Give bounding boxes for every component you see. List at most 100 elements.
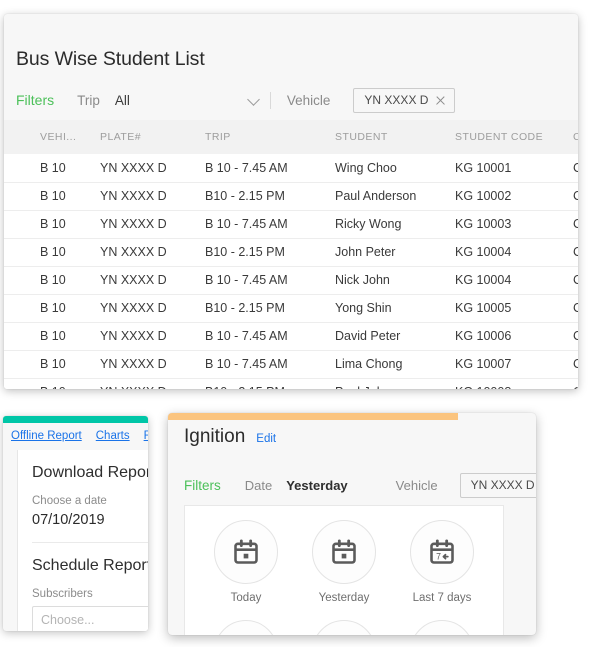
- close-icon[interactable]: [435, 95, 446, 106]
- table-row[interactable]: B 10 YN XXXX D B10 - 2.15 PM Paul Anders…: [4, 182, 578, 211]
- cell-student: Yong Shin: [335, 294, 455, 323]
- date-preset-panel: Today Yesterday 7 Last 7 days: [184, 505, 504, 635]
- table-row[interactable]: B 10 YN XXXX D B10 - 2.15 PM John Peter …: [4, 238, 578, 267]
- calendar-icon: [234, 539, 258, 564]
- card-accent-bar: [168, 413, 458, 420]
- preset-last-7-days[interactable]: 7 Last 7 days: [395, 520, 489, 604]
- table-header-cell[interactable]: PLATE#: [100, 120, 205, 154]
- filter-divider: [269, 91, 271, 109]
- date-filter-value[interactable]: Yesterday: [286, 478, 347, 493]
- cell-student-code: KG 10004: [455, 266, 573, 295]
- cell-plate: YN XXXX D: [100, 238, 205, 267]
- student-table-scroll[interactable]: VEHI... PLATE# TRIP STUDENT STUDENT CODE…: [4, 120, 578, 389]
- cell-trip: B 10 - 7.45 AM: [205, 350, 335, 379]
- table-row[interactable]: B 10 YN XXXX D B10 - 2.15 PM Yong Shin K…: [4, 294, 578, 323]
- cell-spacer: [4, 154, 40, 183]
- cell-student-code: KG 10004: [455, 238, 573, 267]
- cell-student-code: KG 10006: [455, 322, 573, 351]
- preset-extra-circle[interactable]: [410, 620, 474, 635]
- link-reports[interactable]: R: [144, 430, 148, 442]
- table-row[interactable]: B 10 YN XXXX D B 10 - 7.45 AM Lima Chong…: [4, 350, 578, 379]
- table-row[interactable]: B 10 YN XXXX D B10 - 2.15 PM Paul Johnso…: [4, 378, 578, 389]
- preset-yesterday[interactable]: Yesterday: [297, 520, 391, 604]
- preset-extra[interactable]: [395, 620, 489, 635]
- table-row[interactable]: B 10 YN XXXX D B 10 - 7.45 AM David Pete…: [4, 322, 578, 351]
- cell-student-code: KG 10005: [455, 294, 573, 323]
- chevron-down-icon: [247, 93, 260, 106]
- vehicle-filter-chip[interactable]: YN XXXX D: [353, 87, 456, 113]
- download-report-heading: Download Report: [32, 464, 148, 481]
- preset-today[interactable]: Today: [199, 520, 293, 604]
- preset-extra[interactable]: [297, 620, 391, 635]
- date-filter-label: Date: [244, 477, 273, 493]
- link-offline-report[interactable]: Offline Report: [11, 430, 82, 442]
- cell-plate: YN XXXX D: [100, 322, 205, 351]
- preset-last-7-days-label: Last 7 days: [412, 592, 472, 604]
- vehicle-filter-chip[interactable]: YN XXXX D: [459, 472, 536, 498]
- cell-vehicle: B 10: [40, 294, 100, 323]
- trip-filter-value: All: [114, 92, 130, 108]
- table-header-cell[interactable]: TRIP: [205, 120, 335, 154]
- reports-body: Download Report Choose a date 07/10/2019…: [17, 450, 148, 631]
- table-header-cell[interactable]: [4, 120, 40, 154]
- cell-vehicle: B 10: [40, 182, 100, 211]
- ignition-title: Ignition: [184, 426, 246, 447]
- cell-vehicle: B 10: [40, 350, 100, 379]
- trip-filter-select[interactable]: All: [115, 93, 270, 108]
- cell-vehicle: B 10: [40, 322, 100, 351]
- cell-student: Paul Johnson: [335, 378, 455, 389]
- cell-student: Nick John: [335, 266, 455, 295]
- vehicle-chip-label: YN XXXX D: [470, 478, 535, 492]
- vehicle-filter-label: Vehicle: [286, 92, 331, 108]
- preset-extra-circle[interactable]: [312, 620, 376, 635]
- table-row[interactable]: B 10 YN XXXX D B 10 - 7.45 AM Ricky Wong…: [4, 210, 578, 239]
- cell-spacer: [4, 182, 40, 211]
- trip-filter-label: Trip: [77, 92, 100, 108]
- subscribers-input[interactable]: Choose...: [32, 606, 148, 631]
- cell-plate: YN XXXX D: [100, 378, 205, 389]
- table-header-cell[interactable]: STUDENT CODE: [455, 120, 573, 154]
- cell-vehicle: B 10: [40, 378, 100, 389]
- filters-label: Filters: [16, 92, 55, 108]
- table-row[interactable]: B 10 YN XXXX D B 10 - 7.45 AM Wing Choo …: [4, 154, 578, 183]
- schedule-report-heading: Schedule Report: [32, 557, 148, 574]
- date-value[interactable]: 07/10/2019: [32, 512, 148, 528]
- ignition-card: Ignition Edit Filters Date Yesterday Veh…: [168, 413, 536, 635]
- table-header-row: VEHI... PLATE# TRIP STUDENT STUDENT CODE…: [4, 120, 578, 154]
- link-charts[interactable]: Charts: [96, 430, 130, 442]
- cell-spacer: [4, 378, 40, 389]
- filter-bar: Filters Trip All Vehicle YN XXXX D: [4, 82, 578, 118]
- cell-spacer: [4, 322, 40, 351]
- cell-trip: B10 - 2.15 PM: [205, 182, 335, 211]
- preset-yesterday-circle[interactable]: [312, 520, 376, 584]
- bus-wise-student-list-card: Bus Wise Student List Filters Trip All V…: [4, 14, 578, 389]
- cell-extra: C: [573, 322, 578, 351]
- cell-extra: C: [573, 266, 578, 295]
- cell-spacer: [4, 210, 40, 239]
- cell-trip: B 10 - 7.45 AM: [205, 322, 335, 351]
- table-header-cell[interactable]: C: [573, 120, 578, 154]
- preset-extra[interactable]: [199, 620, 293, 635]
- cell-extra: C: [573, 154, 578, 183]
- preset-extra-circle[interactable]: [214, 620, 278, 635]
- page-title: Bus Wise Student List: [16, 48, 205, 70]
- preset-yesterday-label: Yesterday: [318, 592, 370, 604]
- calendar-icon: [332, 539, 356, 564]
- preset-last-7-days-circle[interactable]: 7: [410, 520, 474, 584]
- date-preset-row-secondary: [185, 604, 503, 635]
- ignition-filter-bar: Filters Date Yesterday Vehicle YN XXXX D: [184, 471, 536, 499]
- cell-extra: C: [573, 350, 578, 379]
- table-header-cell[interactable]: STUDENT: [335, 120, 455, 154]
- cell-student: Lima Chong: [335, 350, 455, 379]
- cell-extra: C: [573, 378, 578, 389]
- preset-today-circle[interactable]: [214, 520, 278, 584]
- cell-trip: B10 - 2.15 PM: [205, 294, 335, 323]
- cell-vehicle: B 10: [40, 266, 100, 295]
- table-header-cell[interactable]: VEHI...: [40, 120, 100, 154]
- table-row[interactable]: B 10 YN XXXX D B 10 - 7.45 AM Nick John …: [4, 266, 578, 295]
- cell-vehicle: B 10: [40, 154, 100, 183]
- edit-link[interactable]: Edit: [256, 433, 276, 445]
- calendar-badge-number: 7: [436, 551, 441, 561]
- cell-trip: B10 - 2.15 PM: [205, 238, 335, 267]
- cell-student: Ricky Wong: [335, 210, 455, 239]
